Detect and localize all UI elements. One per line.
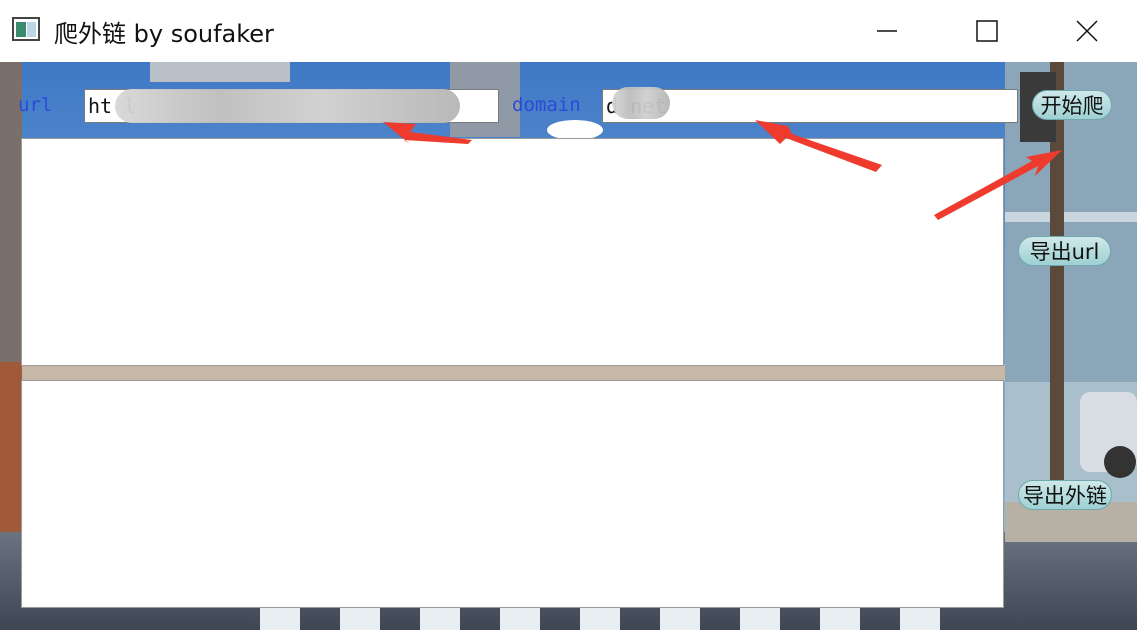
client-area: url ht l domain d net 开始爬 导出url 导出外链 — [0, 62, 1137, 630]
maximize-icon — [976, 20, 998, 42]
start-crawl-button[interactable]: 开始爬 — [1032, 90, 1112, 120]
maximize-button[interactable] — [937, 0, 1037, 62]
title-bar: 爬外链 by soufaker — [0, 0, 1137, 62]
app-icon — [12, 17, 40, 41]
minimize-button[interactable] — [837, 0, 937, 62]
close-icon — [1076, 20, 1098, 42]
url-label: url — [18, 94, 53, 116]
export-url-button[interactable]: 导出url — [1018, 236, 1111, 266]
minimize-icon — [877, 30, 897, 32]
redaction-blur — [612, 87, 670, 119]
url-result-area[interactable] — [21, 138, 1004, 366]
window-title: 爬外链 by soufaker — [54, 20, 274, 48]
close-button[interactable] — [1037, 0, 1137, 62]
domain-label: domain — [512, 94, 581, 116]
external-link-result-area[interactable] — [21, 380, 1004, 608]
export-links-button[interactable]: 导出外链 — [1018, 480, 1112, 510]
redaction-blur — [115, 89, 460, 123]
